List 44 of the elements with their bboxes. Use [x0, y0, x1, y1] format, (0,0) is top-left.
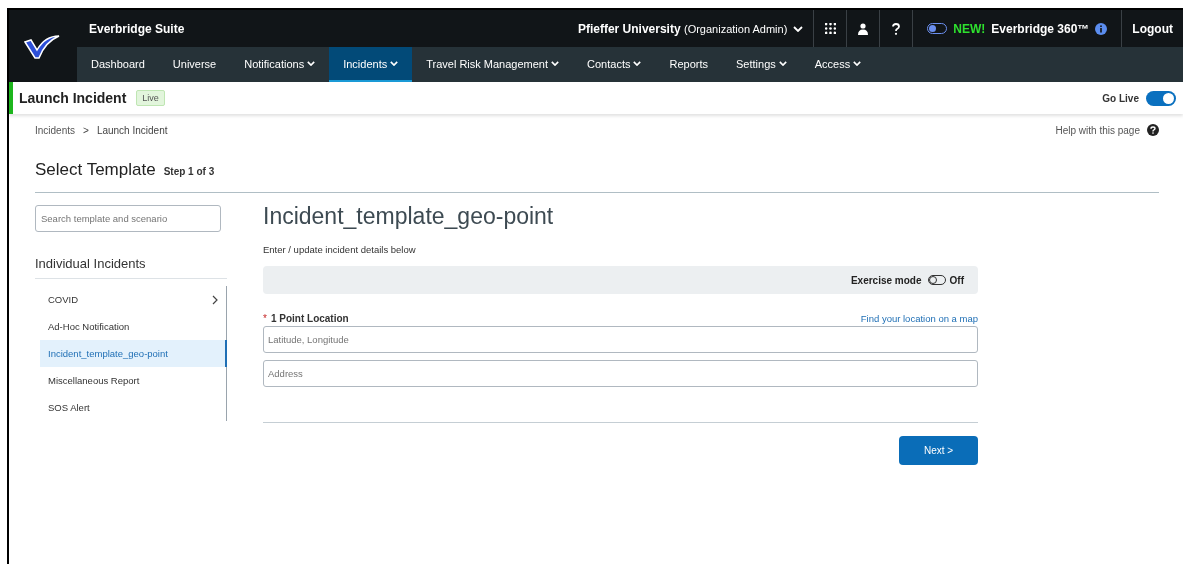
go-live-toggle[interactable]	[1146, 90, 1176, 106]
product-label: Everbridge 360™	[991, 21, 1090, 36]
info-icon[interactable]	[1095, 22, 1108, 35]
organization-menu[interactable]: Pfieffer University (Organization Admin)	[567, 10, 814, 47]
nav-tab[interactable]: Travel Risk Management	[412, 47, 574, 82]
toggle-state-label: Off	[949, 274, 964, 286]
instructions-text: Enter / update incident details below	[263, 244, 417, 255]
template-item[interactable]: SOS Alert	[40, 394, 226, 421]
section-title: Individual Incidents	[35, 256, 227, 279]
go-live-label: Go Live	[1102, 92, 1139, 104]
input-field[interactable]: Address	[263, 360, 978, 387]
nav-tab[interactable]: Contacts	[573, 47, 656, 82]
help-icon[interactable]	[1147, 124, 1159, 136]
exercise-mode-label: Exercise mode	[850, 274, 922, 286]
template-title: Incident_template_geo-point	[263, 203, 555, 230]
status-badge: Live	[136, 90, 165, 106]
nav-tab[interactable]: Universe	[158, 47, 231, 82]
logout-button[interactable]: Logout	[1122, 10, 1183, 47]
template-item[interactable]: Incident_template_geo-point	[40, 340, 227, 367]
nav-tab[interactable]: Incidents	[329, 47, 413, 82]
nav-tab[interactable]: Dashboard	[77, 47, 159, 82]
template-item[interactable]: COVID	[40, 286, 226, 313]
breadcrumb-link[interactable]: Incidents	[35, 124, 76, 136]
input-field[interactable]: Latitude, Longitude	[263, 326, 978, 353]
help-link[interactable]: Help with this page	[1055, 124, 1140, 136]
search-field[interactable]: Search template and scenario	[35, 205, 221, 232]
nav-tab[interactable]: Notifications	[230, 47, 330, 82]
new-label: NEW!	[953, 21, 986, 36]
required-mark: *	[263, 313, 267, 324]
breadcrumb-separator: >	[83, 124, 89, 136]
map-link[interactable]: Find your location on a map	[860, 313, 978, 324]
step-label: Step 1 of 3	[163, 166, 215, 177]
field-label: 1 Point Location	[270, 313, 349, 324]
next-button[interactable]: Next >	[899, 436, 978, 465]
chevron-down-icon	[793, 25, 804, 32]
nav-tab[interactable]: Access	[800, 47, 876, 82]
breadcrumb-current: Launch Incident	[96, 124, 168, 136]
template-item[interactable]: Miscellaneous Report	[40, 367, 226, 394]
page-title: Launch Incident	[19, 90, 127, 106]
nav-tab[interactable]: Reports	[655, 47, 722, 82]
template-item[interactable]: Ad-Hoc Notification	[40, 313, 226, 340]
nav-tab[interactable]: Settings	[722, 47, 801, 82]
app-title: Everbridge Suite	[88, 21, 186, 36]
section-title: Select Template	[35, 160, 156, 180]
